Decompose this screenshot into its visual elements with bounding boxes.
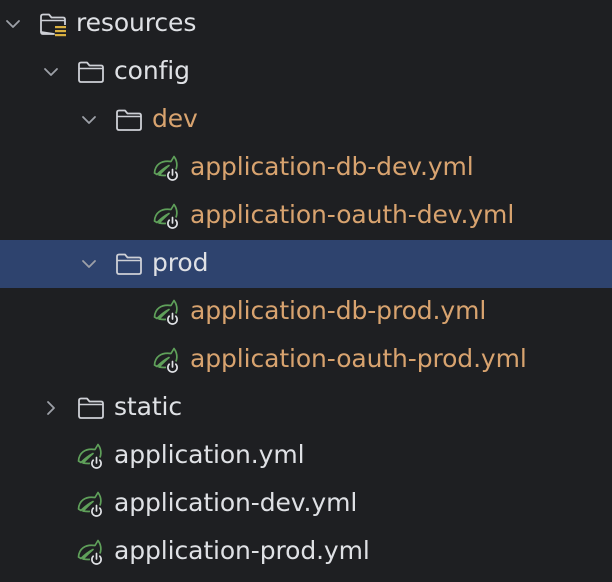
tree-row-application-oauth-dev[interactable]: application-oauth-dev.yml: [0, 192, 612, 240]
tree-row-application-db-prod[interactable]: application-db-prod.yml: [0, 288, 612, 336]
tree-label-dev: dev: [152, 104, 198, 133]
chevron-down-icon[interactable]: [79, 254, 99, 274]
spring-config-icon: [76, 441, 106, 471]
tree-label-application-dev: application-dev.yml: [114, 488, 358, 517]
folder-icon: [76, 393, 106, 423]
project-tree: resources config dev application-db-dev.…: [0, 0, 612, 582]
tree-row-application-dev[interactable]: application-dev.yml: [0, 480, 612, 528]
spring-config-icon: [152, 297, 182, 327]
chevron-down-icon[interactable]: [3, 14, 23, 34]
spring-config-icon: [76, 489, 106, 519]
tree-label-application-db-dev: application-db-dev.yml: [190, 152, 474, 181]
tree-label-application-prod: application-prod.yml: [114, 536, 370, 565]
tree-row-resources[interactable]: resources: [0, 0, 612, 48]
tree-row-config[interactable]: config: [0, 48, 612, 96]
spring-config-icon: [152, 153, 182, 183]
tree-label-application: application.yml: [114, 440, 305, 469]
spring-config-icon: [152, 345, 182, 375]
chevron-right-icon[interactable]: [41, 398, 61, 418]
tree-row-prod[interactable]: prod: [0, 240, 612, 288]
resources-folder-icon: [38, 9, 68, 39]
tree-label-prod: prod: [152, 248, 209, 277]
tree-row-application[interactable]: application.yml: [0, 432, 612, 480]
tree-label-config: config: [114, 56, 190, 85]
tree-row-dev[interactable]: dev: [0, 96, 612, 144]
folder-icon: [114, 105, 144, 135]
tree-row-application-db-dev[interactable]: application-db-dev.yml: [0, 144, 612, 192]
chevron-down-icon[interactable]: [79, 110, 99, 130]
folder-icon: [76, 57, 106, 87]
spring-config-icon: [152, 201, 182, 231]
tree-label-static: static: [114, 392, 183, 421]
tree-label-application-oauth-dev: application-oauth-dev.yml: [190, 200, 515, 229]
chevron-down-icon[interactable]: [41, 62, 61, 82]
tree-row-static[interactable]: static: [0, 384, 612, 432]
tree-label-resources: resources: [76, 8, 197, 37]
tree-row-application-prod[interactable]: application-prod.yml: [0, 528, 612, 576]
tree-label-application-db-prod: application-db-prod.yml: [190, 296, 487, 325]
spring-config-icon: [76, 537, 106, 567]
folder-icon: [114, 249, 144, 279]
tree-label-application-oauth-prod: application-oauth-prod.yml: [190, 344, 527, 373]
tree-row-application-oauth-prod[interactable]: application-oauth-prod.yml: [0, 336, 612, 384]
